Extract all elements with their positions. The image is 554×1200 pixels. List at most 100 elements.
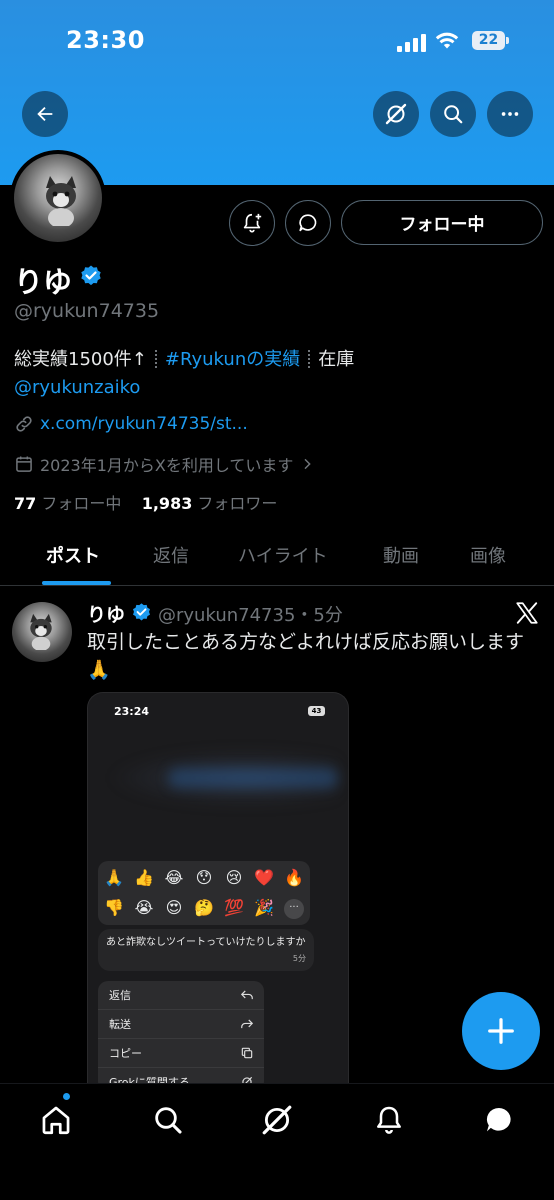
joined-row[interactable]: 2023年1月からXを利用しています: [14, 452, 321, 476]
nav-search[interactable]: [150, 1102, 186, 1138]
chat-bubble-icon: [486, 1107, 511, 1132]
bell-plus-icon: [243, 213, 262, 233]
search-button[interactable]: [430, 91, 476, 137]
verified-badge-icon: [81, 265, 101, 286]
battery-tip: [506, 37, 509, 44]
copy-icon: [241, 1047, 253, 1059]
media-status-time: 23:24: [114, 705, 150, 718]
bio-mention-link[interactable]: @ryukunzaiko: [14, 377, 140, 398]
tweet-avatar[interactable]: [12, 602, 72, 662]
media-menu-item: コピー: [98, 1039, 264, 1068]
tweet-handle-time: @ryukun74735・5分: [158, 605, 343, 626]
media-blur: [168, 768, 338, 788]
tweet-media-image[interactable]: 23:24 43 🙏 👍 😂 😯 😢 ❤️ 🔥 👎 😭 😍 🤔 💯 🎉 ··· あと詐欺なしツイートってい…: [87, 692, 349, 1084]
media-emoji: 😭: [134, 898, 154, 917]
compose-button[interactable]: [462, 992, 540, 1070]
more-icon: ···: [284, 898, 304, 919]
following-count-link[interactable]: 77 フォロー中: [14, 494, 121, 513]
grok-button[interactable]: [373, 91, 419, 137]
media-context-menu: 返信 転送 コピー Grokに質問する: [98, 981, 264, 1084]
cat-avatar-image: [30, 613, 52, 650]
bell-icon: [377, 1106, 401, 1134]
tweet-text: 取引したことある方などよれけば反応お願いします🙏: [87, 631, 525, 681]
battery-indicator: 22: [472, 31, 505, 50]
more-button[interactable]: [487, 91, 533, 137]
notify-button[interactable]: [229, 200, 275, 246]
profile-handle: @ryukun74735: [14, 300, 160, 322]
bio-separator: [154, 350, 157, 368]
back-arrow-icon: [37, 106, 53, 122]
media-menu-label: 転送: [109, 1018, 131, 1031]
media-menu-item: 転送: [98, 1010, 264, 1039]
tab-posts[interactable]: ポスト: [46, 542, 100, 568]
tab-highlights[interactable]: ハイライト: [238, 542, 328, 568]
message-button[interactable]: [285, 200, 331, 246]
media-emoji: 🔥: [284, 868, 304, 887]
verified-badge-icon: [133, 603, 150, 621]
media-emoji: ❤️: [254, 868, 274, 887]
nav-notifications[interactable]: [371, 1102, 407, 1138]
grok-icon: [385, 103, 407, 125]
nav-grok[interactable]: [259, 1102, 295, 1138]
bio-separator: [308, 350, 311, 368]
media-menu-label: コピー: [109, 1047, 142, 1060]
cat-avatar-image: [46, 176, 76, 226]
bottom-nav: [0, 1083, 554, 1200]
chevron-right-icon: [304, 458, 312, 470]
following-button[interactable]: フォロー中: [341, 200, 543, 245]
media-emoji-grid: 🙏 👍 😂 😯 😢 ❤️ 🔥 👎 😭 😍 🤔 💯 🎉 ···: [98, 861, 310, 925]
forward-icon: [241, 1019, 254, 1029]
home-notification-dot: [63, 1093, 70, 1100]
website-link[interactable]: x.com/ryukun74735/st...: [40, 414, 248, 434]
home-icon: [42, 1106, 70, 1135]
media-reaction-panel: 🙏 👍 😂 😯 😢 ❤️ 🔥 👎 😭 😍 🤔 💯 🎉 ···: [98, 861, 310, 925]
media-emoji: 🤔: [194, 898, 214, 917]
status-bar: 23:30 22: [0, 0, 554, 80]
media-battery: 43: [308, 706, 325, 716]
tab-images[interactable]: 画像: [470, 542, 506, 568]
profile-bio: 総実績1500件↑ #Ryukunの実績 在庫 @ryukunzaiko: [14, 346, 544, 402]
tab-replies[interactable]: 返信: [153, 542, 189, 568]
media-emoji-more: ···: [279, 893, 309, 923]
followers-count-link[interactable]: 1,983 フォロワー: [142, 494, 278, 513]
media-menu-item: Grokに質問する: [98, 1068, 264, 1084]
tweet-author-name[interactable]: りゆ: [87, 600, 125, 627]
bio-hashtag-link[interactable]: #Ryukunの実績: [165, 349, 300, 370]
grok-icon: [262, 1105, 292, 1135]
search-icon: [155, 1107, 182, 1134]
wifi-icon: [435, 32, 459, 49]
media-message-text: あと詐欺なしツイートっていけたりしますか: [106, 937, 306, 948]
media-menu-item: 返信: [98, 981, 264, 1010]
back-button[interactable]: [22, 91, 68, 137]
profile-tabs: ポスト 返信 ハイライト 動画 画像: [0, 530, 554, 586]
search-icon: [444, 105, 463, 124]
media-emoji: 👍: [134, 868, 154, 887]
status-time: 23:30: [66, 26, 145, 54]
more-icon: [501, 112, 519, 116]
chat-bubble-icon: [299, 214, 317, 232]
reply-icon: [240, 990, 253, 1000]
nav-messages[interactable]: [481, 1102, 517, 1138]
display-name: りゆ: [14, 265, 73, 299]
website-row[interactable]: x.com/ryukun74735/st...: [14, 414, 248, 434]
media-emoji: 😂: [164, 868, 184, 887]
media-message-bubble: あと詐欺なしツイートっていけたりしますか 5分: [98, 929, 314, 971]
media-emoji: 😢: [225, 868, 243, 887]
x-logo-icon: [516, 602, 538, 624]
calendar-icon: [16, 456, 32, 472]
followers-label: フォロワー: [197, 494, 278, 513]
nav-home[interactable]: [38, 1102, 74, 1138]
profile-avatar[interactable]: [10, 150, 106, 246]
plus-icon: [488, 1018, 514, 1044]
bio-text-stock: 在庫: [318, 349, 355, 370]
followers-count: 1,983: [141, 494, 193, 513]
tab-videos[interactable]: 動画: [383, 542, 419, 568]
media-emoji: 🙏: [104, 868, 124, 887]
joined-date: 2023年1月からXを利用しています: [40, 456, 294, 475]
media-menu-label: 返信: [109, 989, 131, 1002]
link-icon: [16, 416, 32, 432]
media-emoji: 😍: [165, 898, 183, 917]
media-message-time: 5分: [292, 954, 306, 963]
follow-counts: 77 フォロー中 1,983 フォロワー: [14, 490, 277, 514]
cellular-signal-icon: [397, 34, 427, 52]
